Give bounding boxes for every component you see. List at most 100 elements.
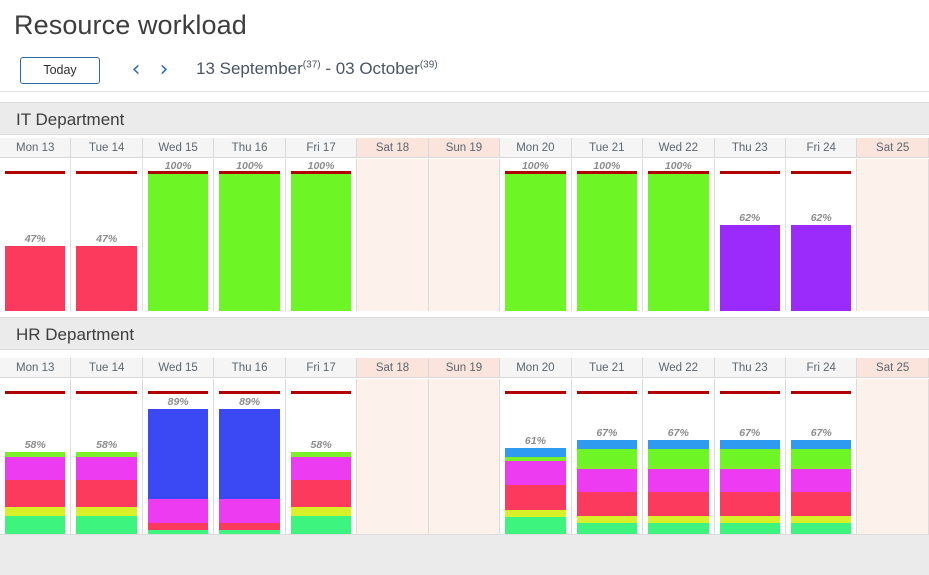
workload-segment[interactable] bbox=[791, 492, 851, 516]
workload-segment[interactable] bbox=[505, 448, 565, 456]
workload-segment[interactable] bbox=[791, 516, 851, 523]
day-header-cell[interactable]: Fri 17 bbox=[286, 358, 357, 378]
workload-segment[interactable] bbox=[791, 449, 851, 465]
workload-cell[interactable]: 62% bbox=[715, 159, 786, 311]
workload-bar[interactable] bbox=[291, 452, 351, 534]
workload-segment[interactable] bbox=[648, 523, 708, 534]
workload-segment[interactable] bbox=[291, 480, 351, 507]
workload-bar[interactable] bbox=[5, 246, 65, 311]
workload-bar[interactable] bbox=[148, 409, 208, 534]
workload-segment[interactable] bbox=[720, 449, 780, 465]
day-header-cell[interactable]: Thu 16 bbox=[214, 358, 285, 378]
workload-cell[interactable]: 58% bbox=[0, 379, 71, 534]
day-header-cell[interactable]: Mon 20 bbox=[500, 138, 571, 158]
day-header-cell[interactable]: Tue 14 bbox=[71, 358, 142, 378]
workload-segment[interactable] bbox=[577, 523, 637, 534]
workload-segment[interactable] bbox=[76, 480, 136, 507]
workload-segment[interactable] bbox=[5, 516, 65, 534]
day-header-cell[interactable]: Fri 24 bbox=[786, 138, 857, 158]
workload-bar[interactable] bbox=[648, 440, 708, 534]
workload-cell[interactable] bbox=[857, 379, 928, 534]
workload-segment[interactable] bbox=[577, 516, 637, 523]
workload-bar[interactable] bbox=[76, 452, 136, 534]
day-header-cell[interactable]: Fri 24 bbox=[786, 358, 857, 378]
workload-segment[interactable] bbox=[219, 409, 279, 499]
next-period-icon[interactable]: › bbox=[154, 56, 174, 84]
workload-bar[interactable] bbox=[791, 440, 851, 534]
workload-bar[interactable] bbox=[505, 173, 565, 311]
workload-segment[interactable] bbox=[505, 173, 565, 311]
workload-cell[interactable]: 61% bbox=[500, 379, 571, 534]
workload-segment[interactable] bbox=[791, 440, 851, 450]
workload-segment[interactable] bbox=[148, 173, 208, 311]
workload-cell[interactable]: 100% bbox=[572, 159, 643, 311]
workload-segment[interactable] bbox=[505, 461, 565, 485]
workload-segment[interactable] bbox=[577, 469, 637, 492]
workload-segment[interactable] bbox=[791, 523, 851, 534]
workload-segment[interactable] bbox=[5, 480, 65, 507]
day-header-cell[interactable]: Tue 21 bbox=[572, 358, 643, 378]
day-header-cell[interactable]: Mon 13 bbox=[0, 358, 71, 378]
workload-cell[interactable]: 89% bbox=[214, 379, 285, 534]
workload-cell[interactable] bbox=[357, 159, 428, 311]
day-header-cell[interactable]: Mon 13 bbox=[0, 138, 71, 158]
workload-segment[interactable] bbox=[505, 510, 565, 517]
workload-segment[interactable] bbox=[148, 409, 208, 499]
workload-cell[interactable]: 100% bbox=[214, 159, 285, 311]
workload-cell[interactable] bbox=[357, 379, 428, 534]
workload-segment[interactable] bbox=[148, 530, 208, 534]
workload-segment[interactable] bbox=[648, 492, 708, 516]
workload-cell[interactable]: 58% bbox=[71, 379, 142, 534]
day-header-cell[interactable]: Wed 15 bbox=[143, 138, 214, 158]
workload-segment[interactable] bbox=[76, 457, 136, 481]
workload-segment[interactable] bbox=[148, 523, 208, 530]
day-header-cell[interactable]: Sun 19 bbox=[429, 138, 500, 158]
workload-segment[interactable] bbox=[720, 516, 780, 523]
workload-segment[interactable] bbox=[291, 516, 351, 534]
day-header-cell[interactable]: Wed 15 bbox=[143, 358, 214, 378]
workload-segment[interactable] bbox=[76, 516, 136, 534]
workload-segment[interactable] bbox=[76, 246, 136, 311]
workload-bar[interactable] bbox=[648, 173, 708, 311]
workload-segment[interactable] bbox=[791, 469, 851, 492]
workload-bar[interactable] bbox=[505, 448, 565, 534]
workload-bar[interactable] bbox=[291, 173, 351, 311]
workload-segment[interactable] bbox=[577, 440, 637, 450]
workload-segment[interactable] bbox=[148, 499, 208, 523]
workload-cell[interactable] bbox=[857, 159, 928, 311]
workload-segment[interactable] bbox=[648, 449, 708, 465]
workload-segment[interactable] bbox=[791, 225, 851, 311]
workload-segment[interactable] bbox=[291, 457, 351, 481]
workload-cell[interactable]: 67% bbox=[715, 379, 786, 534]
previous-period-icon[interactable]: ‹ bbox=[126, 56, 146, 84]
workload-segment[interactable] bbox=[5, 457, 65, 481]
workload-bar[interactable] bbox=[720, 225, 780, 311]
workload-bar[interactable] bbox=[720, 440, 780, 534]
workload-segment[interactable] bbox=[505, 485, 565, 510]
workload-segment[interactable] bbox=[720, 225, 780, 311]
workload-bar[interactable] bbox=[577, 440, 637, 534]
workload-segment[interactable] bbox=[219, 499, 279, 523]
workload-cell[interactable]: 67% bbox=[572, 379, 643, 534]
day-header-cell[interactable]: Sat 18 bbox=[357, 138, 428, 158]
day-header-cell[interactable]: Tue 14 bbox=[71, 138, 142, 158]
day-header-cell[interactable]: Fri 17 bbox=[286, 138, 357, 158]
workload-cell[interactable]: 47% bbox=[0, 159, 71, 311]
workload-segment[interactable] bbox=[76, 507, 136, 515]
workload-bar[interactable] bbox=[219, 173, 279, 311]
workload-segment[interactable] bbox=[505, 517, 565, 534]
workload-segment[interactable] bbox=[648, 516, 708, 523]
workload-cell[interactable] bbox=[429, 159, 500, 311]
workload-segment[interactable] bbox=[577, 173, 637, 311]
workload-segment[interactable] bbox=[720, 523, 780, 534]
workload-segment[interactable] bbox=[291, 173, 351, 311]
workload-segment[interactable] bbox=[219, 530, 279, 534]
workload-bar[interactable] bbox=[148, 173, 208, 311]
workload-cell[interactable]: 58% bbox=[286, 379, 357, 534]
workload-bar[interactable] bbox=[5, 452, 65, 534]
workload-segment[interactable] bbox=[5, 507, 65, 515]
workload-cell[interactable]: 67% bbox=[643, 379, 714, 534]
workload-segment[interactable] bbox=[219, 523, 279, 530]
workload-segment[interactable] bbox=[577, 492, 637, 516]
workload-bar[interactable] bbox=[219, 409, 279, 534]
